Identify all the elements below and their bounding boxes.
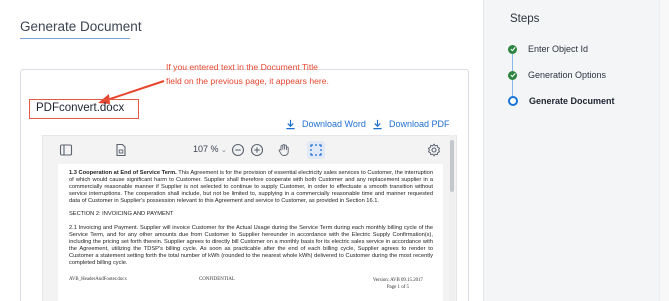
window-scrollbar[interactable]	[659, 0, 669, 301]
document-page: 1.3 Cooperation at End of Service Term. …	[58, 164, 443, 301]
viewer-toolbar: 107 % ⌄	[43, 136, 456, 164]
download-pdf-button[interactable]: Download PDF	[372, 114, 450, 134]
step-generation-options[interactable]: Generation Options	[508, 70, 606, 80]
download-pdf-label: Download PDF	[389, 119, 450, 129]
title-underline	[20, 38, 130, 39]
step-label: Enter Object Id	[528, 44, 589, 54]
document-filename: PDFconvert.docx	[36, 102, 125, 114]
page-title: Generate Document	[20, 19, 142, 34]
steps-title: Steps	[510, 13, 540, 25]
page-icon[interactable]	[114, 143, 128, 157]
settings-gear-icon[interactable]	[427, 143, 441, 157]
zoom-level-value: 107 %	[193, 144, 219, 154]
step-label: Generate Document	[529, 96, 615, 106]
hand-pan-icon[interactable]	[277, 143, 291, 157]
download-icon	[373, 119, 382, 129]
paragraph-2-1: 2.1 Invoicing and Payment. Supplier will…	[69, 224, 433, 267]
document-body: 1.3 Cooperation at End of Service Term. …	[58, 164, 443, 267]
download-icon	[286, 119, 295, 129]
footer-version: Version: AVB 09.15.2017	[372, 278, 423, 283]
step-label: Generation Options	[528, 70, 607, 80]
paragraph-1-3-heading: 1.3 Cooperation at End of Service Term.	[69, 170, 177, 176]
viewer-scrollbar-thumb[interactable]	[450, 140, 454, 192]
document-viewer: 107 % ⌄ 1.3 Cooperation at End of Servic…	[42, 135, 457, 301]
main-panel: Generate Document If you entered text in…	[0, 0, 483, 301]
footer-filename: AVB_HeaderAndFooter.docx	[69, 277, 127, 282]
check-icon	[508, 44, 517, 54]
download-word-button[interactable]: Download Word	[285, 114, 366, 134]
annotation-callout: If you entered text in the Document Titl…	[166, 62, 329, 86]
steps-panel: Steps Enter Object Id Generation Options…	[484, 0, 659, 301]
download-word-label: Download Word	[302, 119, 366, 129]
zoom-level-dropdown[interactable]: 107 % ⌄	[193, 144, 227, 154]
footer-version-block: Version: AVB 09.15.2017 Page 1 of 5	[373, 277, 423, 291]
footer-confidential: CONFIDENTIAL	[199, 277, 235, 282]
footer-page-number: Page 1 of 5	[386, 285, 409, 290]
paragraph-1-3: 1.3 Cooperation at End of Service Term. …	[69, 170, 433, 205]
zoom-in-icon[interactable]	[250, 143, 264, 157]
step-connector	[512, 54, 513, 71]
chevron-down-icon: ⌄	[221, 147, 227, 154]
sidebar-toggle-icon[interactable]	[59, 143, 73, 157]
check-icon	[508, 70, 517, 80]
step-enter-object-id[interactable]: Enter Object Id	[508, 44, 588, 54]
step-connector	[512, 80, 513, 97]
zoom-out-icon[interactable]	[231, 143, 245, 157]
step-generate-document[interactable]: Generate Document	[508, 96, 615, 106]
current-step-icon	[508, 96, 518, 106]
page-root: Generate Document If you entered text in…	[0, 0, 669, 301]
select-icon[interactable]	[309, 143, 323, 157]
section-2-heading: SECTION 2: INVOICING AND PAYMENT	[69, 211, 174, 218]
